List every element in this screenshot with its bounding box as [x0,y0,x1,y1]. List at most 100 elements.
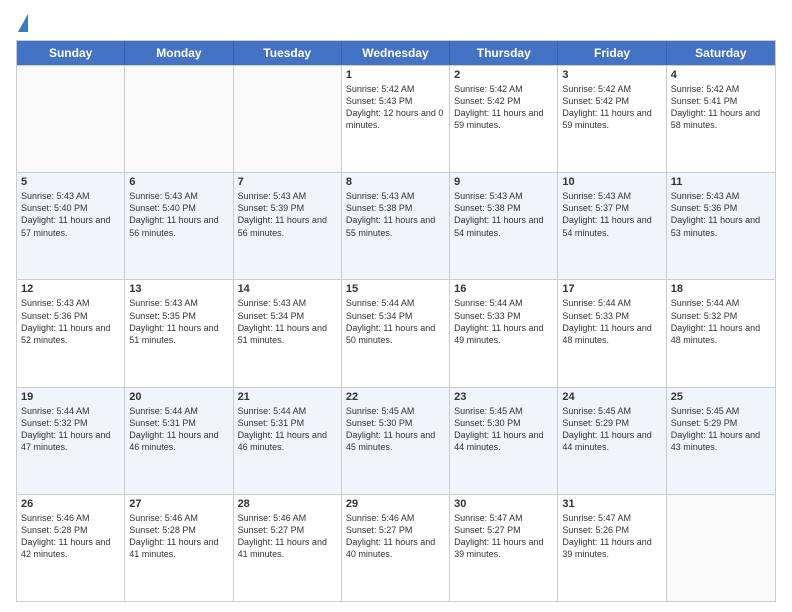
calendar-cell-12: 12 Sunrise: 5:43 AMSunset: 5:36 PMDayligh… [17,280,125,386]
day-info: Sunrise: 5:43 AMSunset: 5:34 PMDaylight:… [238,297,337,346]
day-number: 18 [671,283,771,295]
day-info: Sunrise: 5:45 AMSunset: 5:29 PMDaylight:… [562,405,661,454]
day-number: 11 [671,176,771,188]
day-number: 27 [129,498,228,510]
day-number: 29 [346,498,445,510]
day-number: 22 [346,391,445,403]
calendar-cell-25: 25 Sunrise: 5:45 AMSunset: 5:29 PMDayligh… [667,388,775,494]
day-info: Sunrise: 5:45 AMSunset: 5:30 PMDaylight:… [346,405,445,454]
day-info: Sunrise: 5:43 AMSunset: 5:37 PMDaylight:… [562,190,661,239]
calendar-cell-31: 31 Sunrise: 5:47 AMSunset: 5:26 PMDayligh… [558,495,666,601]
calendar-header-tuesday: Tuesday [234,41,342,65]
day-number: 25 [671,391,771,403]
day-info: Sunrise: 5:43 AMSunset: 5:38 PMDaylight:… [346,190,445,239]
day-info: Sunrise: 5:46 AMSunset: 5:27 PMDaylight:… [238,512,337,561]
day-number: 31 [562,498,661,510]
calendar-header-row: SundayMondayTuesdayWednesdayThursdayFrid… [17,41,775,65]
calendar-week-3: 12 Sunrise: 5:43 AMSunset: 5:36 PMDayligh… [17,279,775,386]
calendar-cell-7: 7Sunrise: 5:43 AMSunset: 5:39 PMDaylight… [234,173,342,279]
day-info: Sunrise: 5:42 AMSunset: 5:42 PMDaylight:… [562,83,661,132]
day-number: 6 [129,176,228,188]
calendar-week-4: 19Sunrise: 5:44 AMSunset: 5:32 PMDayligh… [17,387,775,494]
calendar-cell-27: 27 Sunrise: 5:46 AMSunset: 5:28 PMDayligh… [125,495,233,601]
day-info: Sunrise: 5:42 AMSunset: 5:42 PMDaylight:… [454,83,553,132]
calendar-cell-empty-w0-2 [234,66,342,172]
calendar-cell-empty-w4-6 [667,495,775,601]
day-number: 17 [562,283,661,295]
calendar-cell-21: 21 Sunrise: 5:44 AMSunset: 5:31 PMDayligh… [234,388,342,494]
day-number: 4 [671,69,771,81]
calendar-cell-empty-w0-0 [17,66,125,172]
calendar-cell-28: 28Sunrise: 5:46 AMSunset: 5:27 PMDayligh… [234,495,342,601]
calendar-cell-17: 17 Sunrise: 5:44 AMSunset: 5:33 PMDayligh… [558,280,666,386]
day-info: Sunrise: 5:44 AMSunset: 5:32 PMDaylight:… [21,405,120,454]
calendar-cell-22: 22 Sunrise: 5:45 AMSunset: 5:30 PMDayligh… [342,388,450,494]
calendar-header-thursday: Thursday [450,41,558,65]
calendar-cell-4: 4 Sunrise: 5:42 AMSunset: 5:41 PMDaylight… [667,66,775,172]
day-number: 16 [454,283,553,295]
day-info: Sunrise: 5:44 AMSunset: 5:33 PMDaylight:… [454,297,553,346]
day-number: 13 [129,283,228,295]
day-info: Sunrise: 5:44 AMSunset: 5:32 PMDaylight:… [671,297,771,346]
page: SundayMondayTuesdayWednesdayThursdayFrid… [0,0,792,612]
calendar-cell-23: 23 Sunrise: 5:45 AMSunset: 5:30 PMDayligh… [450,388,558,494]
calendar-cell-11: 11 Sunrise: 5:43 AMSunset: 5:36 PMDayligh… [667,173,775,279]
day-number: 20 [129,391,228,403]
day-number: 9 [454,176,553,188]
calendar-cell-2: 2Sunrise: 5:42 AMSunset: 5:42 PMDaylight… [450,66,558,172]
calendar: SundayMondayTuesdayWednesdayThursdayFrid… [16,40,776,602]
calendar-cell-3: 3 Sunrise: 5:42 AMSunset: 5:42 PMDaylight… [558,66,666,172]
calendar-cell-16: 16 Sunrise: 5:44 AMSunset: 5:33 PMDayligh… [450,280,558,386]
calendar-cell-10: 10 Sunrise: 5:43 AMSunset: 5:37 PMDayligh… [558,173,666,279]
calendar-cell-9: 9 Sunrise: 5:43 AMSunset: 5:38 PMDaylight… [450,173,558,279]
day-number: 8 [346,176,445,188]
day-number: 1 [346,69,445,81]
calendar-cell-24: 24 Sunrise: 5:45 AMSunset: 5:29 PMDayligh… [558,388,666,494]
logo [16,14,28,32]
logo-triangle-icon [18,14,28,32]
day-info: Sunrise: 5:44 AMSunset: 5:31 PMDaylight:… [129,405,228,454]
day-info: Sunrise: 5:43 AMSunset: 5:38 PMDaylight:… [454,190,553,239]
day-info: Sunrise: 5:43 AMSunset: 5:36 PMDaylight:… [671,190,771,239]
calendar-week-2: 5Sunrise: 5:43 AMSunset: 5:40 PMDaylight… [17,172,775,279]
calendar-cell-1: 1 Sunrise: 5:42 AMSunset: 5:43 PMDaylight… [342,66,450,172]
day-number: 14 [238,283,337,295]
calendar-cell-26: 26Sunrise: 5:46 AMSunset: 5:28 PMDayligh… [17,495,125,601]
day-info: Sunrise: 5:46 AMSunset: 5:28 PMDaylight:… [129,512,228,561]
calendar-cell-8: 8 Sunrise: 5:43 AMSunset: 5:38 PMDaylight… [342,173,450,279]
calendar-body: 1 Sunrise: 5:42 AMSunset: 5:43 PMDaylight… [17,65,775,601]
day-number: 3 [562,69,661,81]
calendar-cell-20: 20 Sunrise: 5:44 AMSunset: 5:31 PMDayligh… [125,388,233,494]
calendar-week-1: 1 Sunrise: 5:42 AMSunset: 5:43 PMDaylight… [17,65,775,172]
day-info: Sunrise: 5:43 AMSunset: 5:39 PMDaylight:… [238,190,337,239]
day-info: Sunrise: 5:42 AMSunset: 5:41 PMDaylight:… [671,83,771,132]
calendar-cell-15: 15 Sunrise: 5:44 AMSunset: 5:34 PMDayligh… [342,280,450,386]
calendar-cell-19: 19Sunrise: 5:44 AMSunset: 5:32 PMDayligh… [17,388,125,494]
calendar-header-saturday: Saturday [667,41,775,65]
calendar-header-friday: Friday [558,41,666,65]
day-info: Sunrise: 5:45 AMSunset: 5:29 PMDaylight:… [671,405,771,454]
day-info: Sunrise: 5:43 AMSunset: 5:40 PMDaylight:… [21,190,120,239]
day-number: 15 [346,283,445,295]
day-number: 21 [238,391,337,403]
day-info: Sunrise: 5:47 AMSunset: 5:26 PMDaylight:… [562,512,661,561]
day-info: Sunrise: 5:44 AMSunset: 5:33 PMDaylight:… [562,297,661,346]
day-info: Sunrise: 5:42 AMSunset: 5:43 PMDaylight:… [346,83,445,132]
day-number: 12 [21,283,120,295]
day-number: 26 [21,498,120,510]
day-number: 24 [562,391,661,403]
day-info: Sunrise: 5:45 AMSunset: 5:30 PMDaylight:… [454,405,553,454]
day-number: 10 [562,176,661,188]
day-info: Sunrise: 5:43 AMSunset: 5:36 PMDaylight:… [21,297,120,346]
day-info: Sunrise: 5:44 AMSunset: 5:34 PMDaylight:… [346,297,445,346]
calendar-cell-30: 30Sunrise: 5:47 AMSunset: 5:27 PMDayligh… [450,495,558,601]
calendar-header-monday: Monday [125,41,233,65]
day-info: Sunrise: 5:43 AMSunset: 5:40 PMDaylight:… [129,190,228,239]
day-info: Sunrise: 5:44 AMSunset: 5:31 PMDaylight:… [238,405,337,454]
calendar-cell-18: 18 Sunrise: 5:44 AMSunset: 5:32 PMDayligh… [667,280,775,386]
day-number: 30 [454,498,553,510]
calendar-cell-5: 5Sunrise: 5:43 AMSunset: 5:40 PMDaylight… [17,173,125,279]
day-number: 23 [454,391,553,403]
calendar-cell-29: 29Sunrise: 5:46 AMSunset: 5:27 PMDayligh… [342,495,450,601]
calendar-cell-13: 13Sunrise: 5:43 AMSunset: 5:35 PMDayligh… [125,280,233,386]
